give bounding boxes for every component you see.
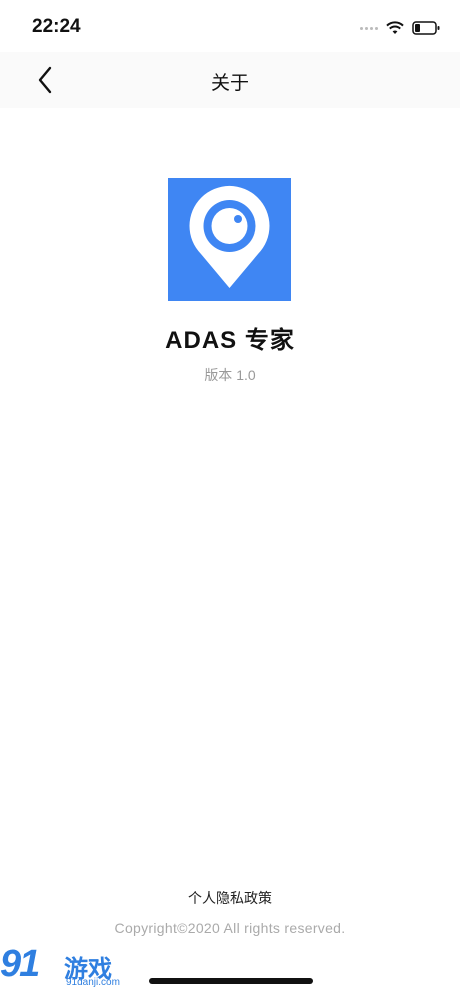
status-icons xyxy=(360,18,440,38)
privacy-policy-link[interactable]: 个人隐私政策 xyxy=(0,888,460,908)
home-indicator[interactable] xyxy=(149,978,313,984)
status-time: 22:24 xyxy=(32,16,81,37)
watermark: 91 游戏 91danji.com xyxy=(0,943,140,995)
about-screen: 22:24 关于 ADAS 专家 版本 1.0 个人隐私政策 Copyright… xyxy=(0,0,460,995)
page-title: 关于 xyxy=(210,73,249,94)
copyright-text: Copyright©2020 All rights reserved. xyxy=(114,920,346,936)
watermark-url: 91danji.com xyxy=(66,977,120,988)
signal-dots-icon xyxy=(360,26,378,30)
app-name: ADAS 专家 xyxy=(165,327,295,354)
location-pin-camera-icon xyxy=(189,185,270,288)
app-logo xyxy=(168,178,291,301)
status-bar: 22:24 xyxy=(0,0,460,52)
battery-icon xyxy=(412,21,440,35)
watermark-logo: 91 xyxy=(0,943,40,985)
navigation-bar: 关于 xyxy=(0,52,460,108)
wifi-icon xyxy=(386,21,404,34)
app-version: 版本 1.0 xyxy=(204,367,256,383)
